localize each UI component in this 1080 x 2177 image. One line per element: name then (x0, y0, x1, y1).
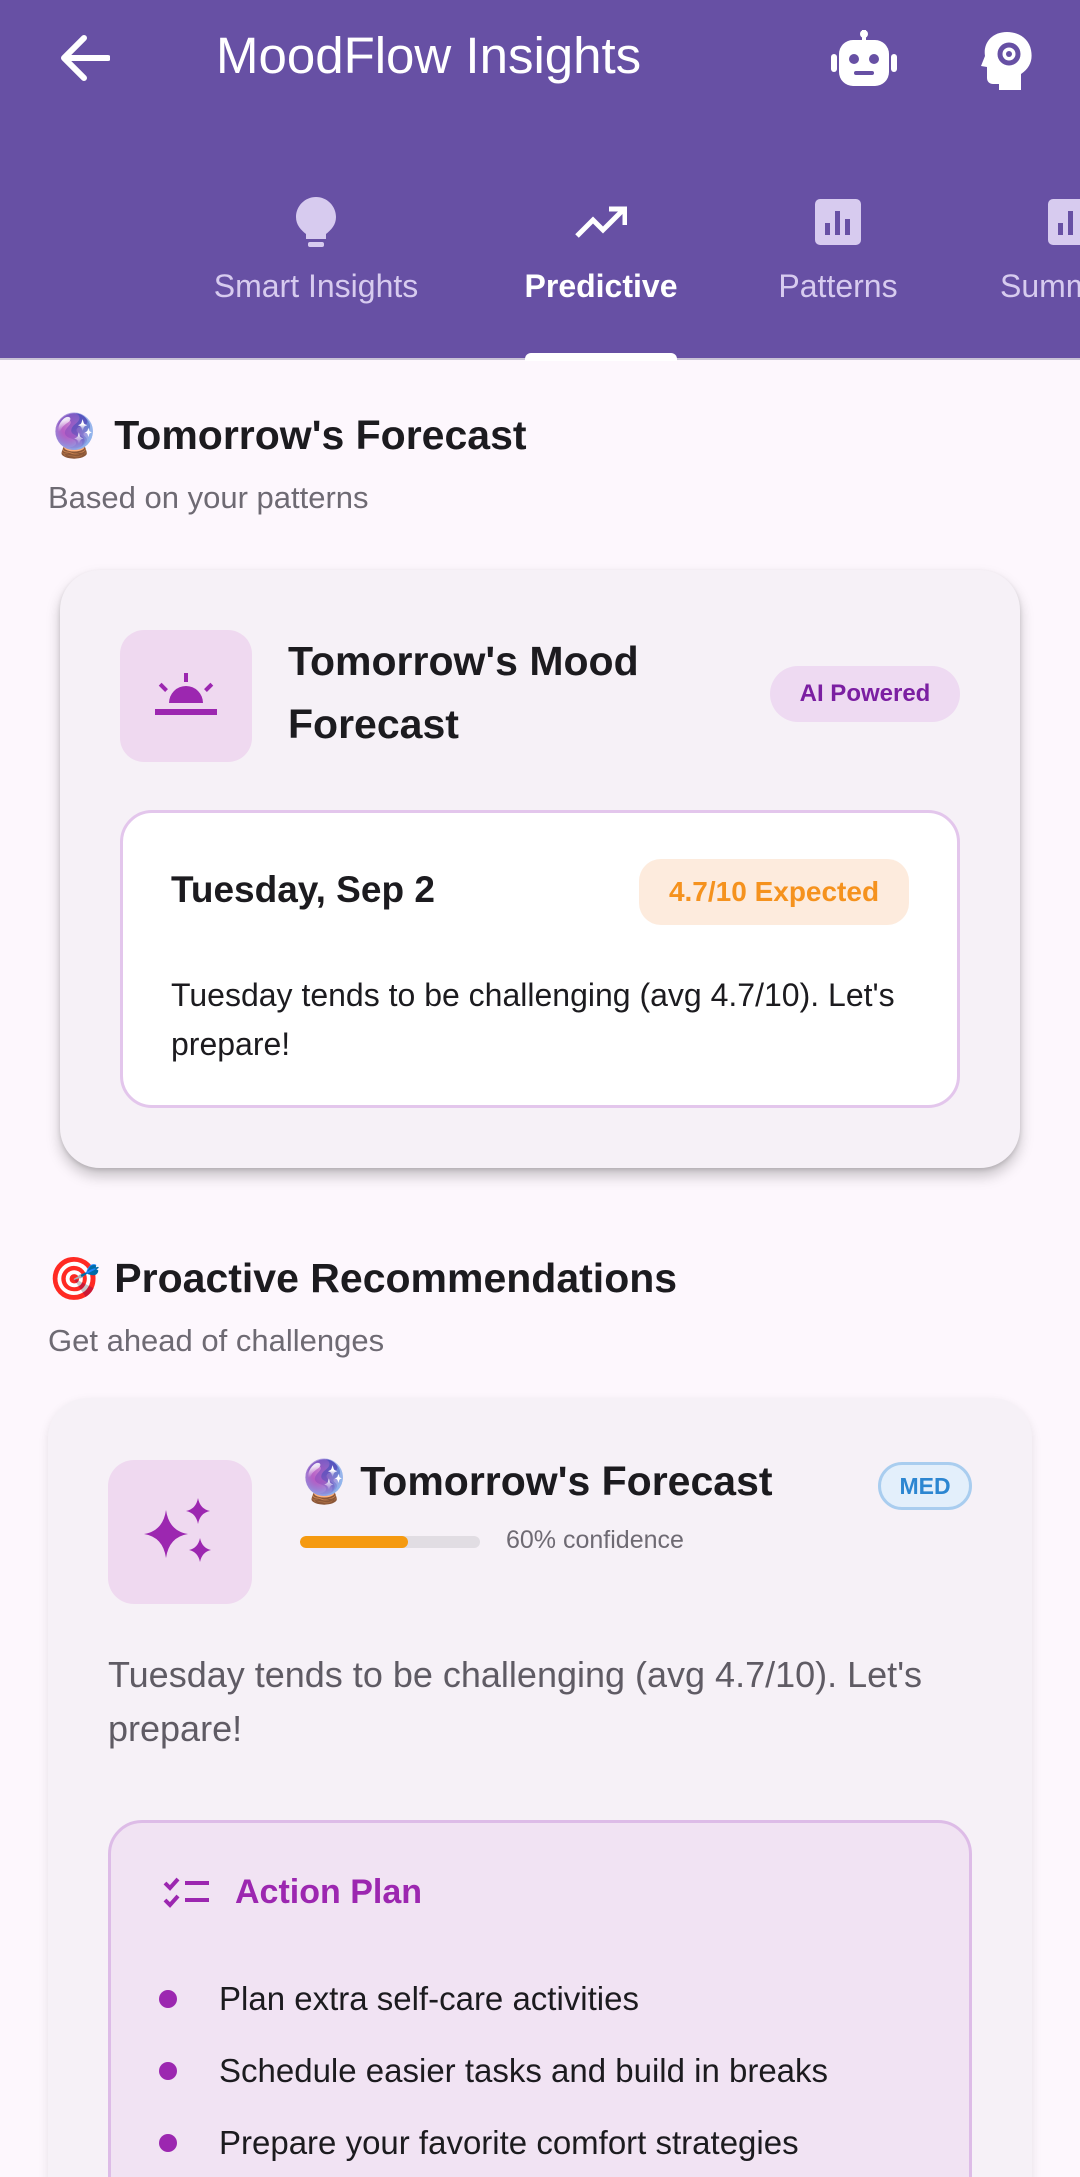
list-item: Plan extra self-care activities (159, 1963, 828, 2035)
recommendations-section-title: 🎯 Proactive Recommendations (48, 1255, 677, 1302)
sunrise-icon (155, 673, 217, 715)
section-title-text: Tomorrow's Forecast (114, 412, 527, 458)
sunrise-icon-container (120, 630, 252, 762)
tab-patterns[interactable]: Patterns (772, 190, 904, 360)
mood-forecast-card: Tomorrow's Mood Forecast AI Powered Tues… (60, 570, 1020, 1168)
sparkle-icon (144, 1498, 211, 1562)
tab-label: Predictive (524, 268, 678, 304)
bullet-icon (159, 2134, 177, 2152)
bullet-icon (159, 2062, 177, 2080)
confidence-bar-fill (300, 1536, 408, 1548)
forecast-detail-card: Tuesday, Sep 2 4.7/10 Expected Tuesday t… (120, 810, 960, 1108)
crystal-ball-icon: 🔮 (48, 411, 101, 459)
priority-badge: MED (878, 1462, 972, 1510)
forecast-section-title: 🔮 Tomorrow's Forecast (48, 412, 527, 459)
action-plan-header: Action Plan (163, 1873, 422, 1912)
tab-summary[interactable]: Summ (1000, 190, 1080, 360)
forecast-section-subtitle: Based on your patterns (48, 480, 369, 515)
target-icon: 🎯 (48, 1254, 101, 1302)
tab-smart-insights[interactable]: Smart Insights (204, 190, 428, 360)
recommendation-title: 🔮 Tomorrow's Forecast (298, 1458, 773, 1505)
section-title-text: Proactive Recommendations (114, 1255, 678, 1301)
action-plan-title: Action Plan (235, 1873, 423, 1911)
bar-chart-icon (1048, 199, 1080, 245)
psychology-button[interactable] (972, 24, 1044, 96)
sparkle-icon-container (108, 1460, 252, 1604)
checklist-icon (163, 1877, 209, 1908)
recommendation-card[interactable]: 🔮 Tomorrow's Forecast MED 60% confidence… (48, 1398, 1032, 2177)
confidence-bar (300, 1536, 480, 1548)
tab-label: Smart Insights (213, 268, 419, 304)
confidence-label: 60% confidence (506, 1526, 684, 1554)
recommendation-description: Tuesday tends to be challenging (avg 4.7… (108, 1654, 923, 1749)
robot-icon (831, 30, 897, 86)
ai-powered-badge: AI Powered (770, 666, 960, 722)
expected-score-badge: 4.7/10 Expected (639, 859, 909, 925)
back-button[interactable] (52, 26, 116, 90)
action-item-text: Plan extra self-care activities (219, 1980, 639, 2017)
forecast-card-title: Tomorrow's Mood Forecast (288, 638, 639, 747)
app-title: MoodFlow Insights (216, 27, 642, 84)
list-item: Schedule easier tasks and build in break… (159, 2035, 828, 2107)
recommendation-title-text: Tomorrow's Forecast (360, 1458, 773, 1504)
tab-label: Summ (1000, 268, 1080, 304)
action-plan-box: Action Plan Plan extra self-care activit… (108, 1820, 972, 2177)
forecast-day: Tuesday, Sep 2 (171, 869, 435, 910)
forecast-text: Tuesday tends to be challenging (avg 4.7… (171, 977, 895, 1062)
active-tab-indicator (525, 353, 677, 361)
tab-label: Patterns (778, 268, 898, 304)
crystal-ball-icon: 🔮 (298, 1457, 351, 1505)
action-item-text: Schedule easier tasks and build in break… (219, 2052, 829, 2089)
app-bar: MoodFlow Insights Smart Insights Predict… (0, 0, 1080, 361)
ai-assistant-button[interactable] (826, 24, 902, 96)
list-item: Prepare your favorite comfort strategies (159, 2107, 828, 2177)
lightbulb-icon (296, 197, 336, 247)
action-item-text: Prepare your favorite comfort strategies (219, 2124, 799, 2161)
bar-chart-icon (815, 199, 861, 245)
psychology-icon (981, 32, 1032, 90)
recommendations-section-subtitle: Get ahead of challenges (48, 1323, 385, 1358)
tab-predictive[interactable]: Predictive (524, 190, 678, 360)
bullet-icon (159, 1990, 177, 2008)
arrow-back-icon (61, 35, 110, 81)
action-plan-list: Plan extra self-care activities Schedule… (159, 1963, 828, 2177)
trending-up-icon (575, 206, 627, 238)
